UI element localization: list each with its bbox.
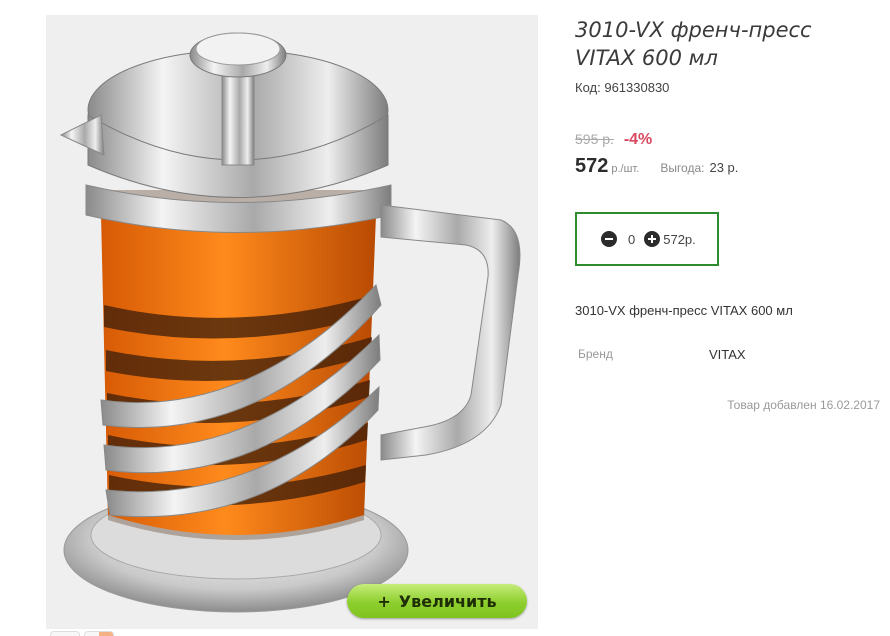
plus-icon: + [377, 591, 391, 611]
price-unit: р./шт. [611, 163, 640, 175]
french-press-illustration [59, 32, 521, 613]
product-title: 3010-VX френч-пресс VITAX 600 мл [575, 18, 812, 70]
discount-badge: -4% [623, 131, 653, 148]
price-row: 572 р./шт. Выгода: 23 р. [575, 155, 738, 178]
benefit-value: 23 р. [709, 160, 739, 175]
quantity-selector: 0 572р. [575, 212, 719, 266]
added-date: Товар добавлен 16.02.2017 [727, 398, 880, 412]
cart-sum: 572р. [663, 231, 696, 247]
zoom-button-label: Увеличить [398, 591, 497, 611]
brand-label: Бренд [578, 347, 613, 361]
brand-value[interactable]: VITAX [709, 347, 746, 362]
thumbnail-strip [50, 631, 114, 636]
product-code: Код: 961330830 [575, 80, 669, 95]
old-price: 595 р. [575, 131, 614, 147]
brand-row: Бренд VITAX [578, 347, 778, 362]
old-price-row: 595 р. -4% [575, 131, 652, 149]
code-value: 961330830 [604, 80, 670, 95]
quantity-value[interactable]: 0 [628, 232, 635, 247]
minus-circle-icon[interactable] [601, 231, 617, 247]
benefit-label: Выгода: [660, 161, 705, 175]
current-price: 572 [575, 155, 609, 177]
zoom-button[interactable]: + Увеличить [347, 584, 527, 618]
short-description: 3010-VX френч-пресс VITAX 600 мл [575, 303, 793, 318]
plus-circle-icon[interactable] [644, 231, 661, 247]
thumbnail-2[interactable] [84, 631, 114, 636]
thumbnail-1[interactable] [50, 631, 80, 636]
product-image[interactable]: + Увеличить [46, 15, 538, 629]
code-label: Код: [575, 80, 601, 95]
